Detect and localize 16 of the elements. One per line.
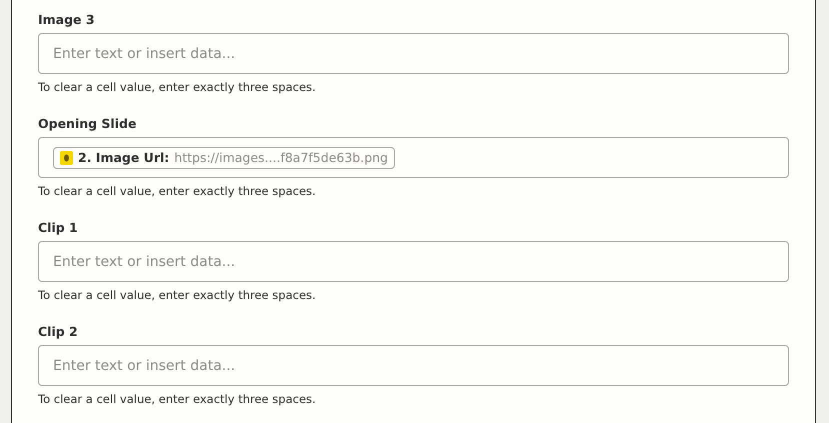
input-field[interactable]: Enter text or insert data... [38, 33, 789, 74]
help-text: To clear a cell value, enter exactly three spaces. [38, 392, 317, 407]
field-label: Clip 1 [38, 220, 79, 236]
app-icon [60, 150, 73, 164]
input-field[interactable]: 2. Image Url: https://images....f8a7f5de63b.png [38, 137, 789, 178]
input-field[interactable]: Enter text or insert data... [38, 345, 789, 386]
help-text: To clear a cell value, enter exactly three spaces. [38, 288, 317, 303]
input-field[interactable]: Enter text or insert data... [38, 241, 789, 282]
token-value: https://images....f8a7f5de63b.png [174, 150, 388, 165]
help-text: To clear a cell value, enter exactly three spaces. [38, 80, 317, 95]
field-label: Clip 2 [38, 324, 79, 340]
data-token[interactable]: 2. Image Url: https://images....f8a7f5de63b.png [53, 146, 395, 168]
field-label: Image 3 [38, 12, 96, 28]
field-label: Opening Slide [38, 116, 138, 132]
token-step: 2. Image Url: [78, 150, 170, 165]
help-text: To clear a cell value, enter exactly three spaces. [38, 184, 317, 199]
